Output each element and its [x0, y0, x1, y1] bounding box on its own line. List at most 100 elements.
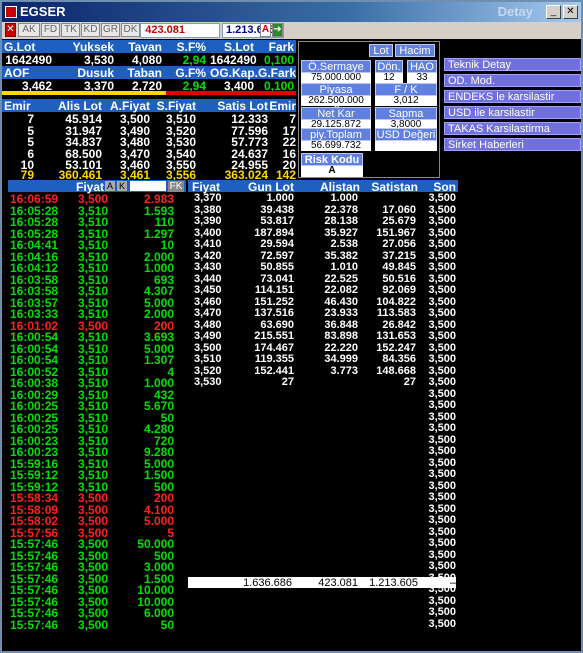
dist-son: 3,500 [428, 422, 456, 434]
dist-total-1: 423.081 [318, 577, 358, 589]
dist-cell: 53.817 [260, 215, 294, 227]
app-window: EGSER Detay _ ✕ ✕ AK FD TK KD GR DK 423.… [0, 0, 583, 653]
summary-h2-2: Taban [127, 66, 162, 80]
close-small-icon[interactable]: ✕ [5, 23, 16, 37]
dist-cell: 131.653 [376, 330, 416, 342]
hao-value: 33 [407, 73, 437, 83]
dist-son: 3,500 [428, 468, 456, 480]
dist-son: 3,500 [428, 491, 456, 503]
summary-h2-4: OG.Kap. [210, 66, 259, 80]
link-4[interactable]: TAKAS Karsilastirma [444, 122, 581, 135]
range-bar-red [166, 91, 296, 95]
dist-son: 3,500 [428, 376, 456, 388]
dist-cell: 3,450 [194, 284, 222, 296]
dist-son: 3,500 [428, 215, 456, 227]
dist-cell: 49.845 [382, 261, 416, 273]
dist-cell: 22.082 [324, 284, 358, 296]
dist-son: 3,500 [428, 353, 456, 365]
close-icon[interactable]: ✕ [563, 5, 578, 19]
dist-son: 3,500 [428, 307, 456, 319]
tool-dk-button[interactable]: DK [121, 23, 140, 37]
usd-value [375, 141, 437, 151]
dist-son: 3,500 [428, 560, 456, 572]
link-0[interactable]: Teknik Detay [444, 58, 581, 71]
depth-header-2: A.Fiyat [109, 99, 150, 113]
tool-kd-button[interactable]: KD [81, 23, 100, 37]
dist-cell [296, 377, 358, 389]
dist-son: 3,500 [428, 537, 456, 549]
link-5[interactable]: Sirket Haberleri [444, 138, 581, 151]
summary-h1-0: G.Lot [4, 40, 36, 54]
dist-cell: 1.000 [330, 192, 358, 204]
sort-k-button[interactable]: K [117, 181, 127, 191]
summary-h2-0: AOF [4, 66, 30, 80]
dist-cell: 113.583 [376, 307, 416, 319]
dist-cell: 84.356 [382, 353, 416, 365]
tool-fd-button[interactable]: FD [41, 23, 60, 37]
alis-total-field: 423.081 [140, 23, 220, 38]
dist-son: 3,500 [428, 330, 456, 342]
depth-header-1: Alis Lot [58, 99, 102, 113]
dist-total-2: 1.213.605 [369, 577, 418, 589]
tool-tk-button[interactable]: TK [61, 23, 80, 37]
dist-cell: 28.138 [324, 215, 358, 227]
dist-total-0: 1.636.686 [243, 577, 292, 589]
title-bar[interactable]: EGSER Detay _ ✕ [2, 2, 581, 22]
summary-v1-4: 1642490 [210, 53, 257, 67]
alert-a-button[interactable]: A [260, 23, 271, 37]
dist-cell: 25.679 [382, 215, 416, 227]
dist-cell: 3,490 [194, 330, 222, 342]
tool-gr-button[interactable]: GR [101, 23, 120, 37]
dist-cell: 3,430 [194, 261, 222, 273]
summary-h1-3: S.F% [176, 40, 206, 54]
link-3[interactable]: USD ile karsilastir [444, 106, 581, 119]
trade-lot: 1.307 [143, 353, 174, 367]
link-2[interactable]: ENDEKS le karsilastir [444, 90, 581, 103]
dist-cell: 1.000 [266, 192, 294, 204]
osermaye-value: 75.000.000 [301, 73, 371, 83]
link-1[interactable]: OD. Mod. [444, 74, 581, 87]
hacim-button[interactable]: Hacim [395, 44, 435, 57]
depth-header-4: Satis Lot [217, 99, 268, 113]
dist-cell: 92.069 [382, 284, 416, 296]
fk-button[interactable]: FK [168, 181, 184, 192]
dist-cell: 83.898 [324, 330, 358, 342]
dist-cell: 27.056 [382, 238, 416, 250]
dist-cell: 3,470 [194, 307, 222, 319]
usd-label: USD Değeri [375, 128, 437, 141]
dist-total-3: – [449, 577, 456, 589]
summary-v1-5: 0,100 [263, 53, 294, 67]
dist-son: 3,500 [428, 261, 456, 273]
sort-a-button[interactable]: A [105, 181, 115, 191]
summary-h1-4: S.Lot [224, 40, 254, 54]
dist-cell: 34.999 [324, 353, 358, 365]
dist-cell: 1.010 [330, 261, 358, 273]
summary-h1-1: Yuksek [72, 40, 114, 54]
app-icon [5, 6, 17, 18]
dist-header-3: Satistan [371, 180, 418, 194]
dist-cell: 3,370 [194, 192, 222, 204]
dist-son: 3,500 [428, 192, 456, 204]
minimize-icon[interactable]: _ [546, 5, 561, 19]
summary-v1-3: 2,94 [182, 53, 206, 67]
dist-cell: 215.551 [254, 330, 294, 342]
arrow-right-icon[interactable]: ➔ [272, 23, 283, 37]
window-title: EGSER [20, 4, 66, 19]
trade-price: 3,500 [77, 617, 108, 632]
dist-son: 3,500 [428, 606, 456, 618]
depth-header-5: Emir [269, 99, 296, 113]
depth-header-0: Emir [4, 99, 31, 113]
dist-cell: 3,530 [194, 376, 222, 388]
filter-input[interactable] [130, 181, 166, 191]
dist-cell: 29.594 [260, 238, 294, 250]
lot-button[interactable]: Lot [369, 44, 393, 57]
tool-ak-button[interactable]: AK [18, 23, 40, 37]
dist-cell: 50.855 [260, 261, 294, 273]
summary-h2-5: G.Fark [258, 66, 297, 80]
toolbar: ✕ AK FD TK KD GR DK 423.081 1.213.605 A … [2, 22, 581, 39]
fk-value: 3,012 [375, 96, 437, 106]
info-panel: Lot Hacim Ö.Sermaye 75.000.000 Dön. 12 H… [298, 41, 440, 178]
dist-cell: 114.151 [254, 284, 294, 296]
summary-v1-0: 1642490 [5, 53, 52, 67]
summary-h2-1: Dusuk [77, 66, 114, 80]
